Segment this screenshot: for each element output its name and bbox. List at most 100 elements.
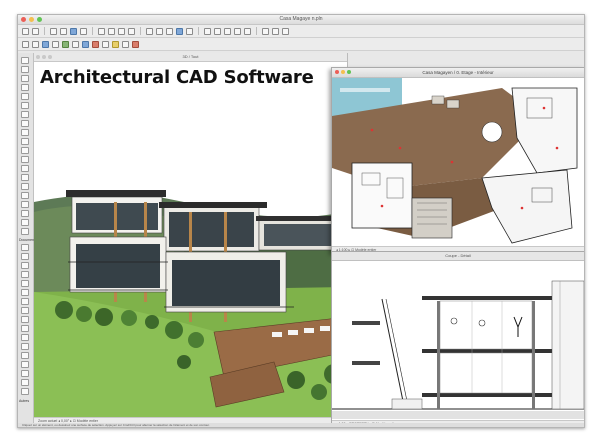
elevation-tool-icon[interactable] bbox=[21, 289, 29, 296]
redo-icon[interactable] bbox=[32, 27, 39, 35]
window-controls bbox=[36, 55, 52, 59]
door-tool-icon[interactable] bbox=[21, 84, 29, 91]
grid-icon[interactable] bbox=[118, 27, 125, 35]
close-button[interactable] bbox=[335, 70, 339, 74]
label-tool-icon[interactable] bbox=[21, 271, 29, 278]
magic-wand-icon[interactable] bbox=[70, 27, 77, 35]
level-tool-icon[interactable] bbox=[21, 253, 29, 260]
teamwork-icon[interactable] bbox=[272, 27, 279, 35]
figure-tool-icon[interactable] bbox=[21, 379, 29, 386]
app-title: Casa Magaye n.pln bbox=[279, 16, 323, 22]
detail-tool-icon[interactable] bbox=[21, 298, 29, 305]
column-tool-icon[interactable] bbox=[21, 102, 29, 109]
hotspot-tool-icon[interactable] bbox=[21, 370, 29, 377]
beam-tool-icon[interactable] bbox=[21, 111, 29, 118]
toolbar-divider bbox=[198, 27, 199, 35]
section-tool-icon[interactable] bbox=[21, 280, 29, 287]
roof-tool-icon[interactable] bbox=[21, 129, 29, 136]
dimension-icon[interactable] bbox=[224, 27, 231, 35]
toolbar-divider bbox=[92, 27, 93, 35]
marker-icon[interactable] bbox=[92, 40, 99, 48]
section-icon[interactable] bbox=[204, 27, 211, 35]
toolbox-group-label: Document bbox=[19, 238, 35, 242]
library-icon[interactable] bbox=[102, 40, 109, 48]
favorites-icon[interactable] bbox=[112, 40, 119, 48]
elevation-icon[interactable] bbox=[214, 27, 221, 35]
organizer-icon[interactable] bbox=[122, 40, 129, 48]
mesh-tool-icon[interactable] bbox=[21, 192, 29, 199]
arrow-tool-icon[interactable] bbox=[50, 27, 57, 35]
settings-icon[interactable] bbox=[282, 27, 289, 35]
railing-tool-icon[interactable] bbox=[21, 147, 29, 154]
floor-plan-icon[interactable] bbox=[32, 40, 39, 48]
arc-tool-icon[interactable] bbox=[21, 334, 29, 341]
orbit-icon[interactable] bbox=[176, 27, 183, 35]
undo-icon[interactable] bbox=[22, 27, 29, 35]
3d-window-titlebar: 3D / Tout bbox=[34, 53, 347, 62]
text-icon[interactable] bbox=[234, 27, 241, 35]
polyline-tool-icon[interactable] bbox=[21, 343, 29, 350]
window-controls bbox=[335, 70, 351, 74]
zoom-button[interactable] bbox=[347, 70, 351, 74]
fill-tool-icon[interactable] bbox=[21, 228, 29, 235]
slab-tool-icon[interactable] bbox=[21, 120, 29, 127]
dimension-tool-icon[interactable] bbox=[21, 244, 29, 251]
spline-tool-icon[interactable] bbox=[21, 361, 29, 368]
layers-icon[interactable] bbox=[146, 27, 153, 35]
close-button[interactable] bbox=[36, 55, 40, 59]
section-window-titlebar: Coupe - Détail bbox=[332, 252, 584, 261]
section-window[interactable]: Coupe - Détail ◂ 1:50 ▸ PROPE bbox=[331, 251, 584, 427]
app-titlebar: Casa Magaye n.pln bbox=[18, 15, 584, 25]
window-tool-icon[interactable] bbox=[21, 93, 29, 100]
marquee-tool-icon[interactable] bbox=[21, 66, 29, 73]
floor-plan-window[interactable]: Casa Magayen / 0. Etage - Intérieur ◂ 1:… bbox=[331, 67, 584, 253]
plan-window-title: Casa Magayen / 0. Etage - Intérieur bbox=[422, 70, 494, 75]
zoom-button[interactable] bbox=[48, 55, 52, 59]
publish-icon[interactable] bbox=[262, 27, 269, 35]
stair-tool-icon[interactable] bbox=[21, 138, 29, 145]
object-tool-icon[interactable] bbox=[21, 165, 29, 172]
text-tool-icon[interactable] bbox=[21, 262, 29, 269]
view-3d-icon[interactable] bbox=[42, 40, 49, 48]
render-icon[interactable] bbox=[62, 40, 69, 48]
toolbar-divider bbox=[140, 27, 141, 35]
snap-icon[interactable] bbox=[98, 27, 105, 35]
home-icon[interactable] bbox=[22, 40, 29, 48]
toolbar-divider bbox=[44, 27, 45, 35]
section-view-icon[interactable] bbox=[52, 40, 59, 48]
zoom-in-icon[interactable] bbox=[156, 27, 163, 35]
morph-tool-icon[interactable] bbox=[21, 210, 29, 217]
layout-icon[interactable] bbox=[82, 40, 89, 48]
minimize-button[interactable] bbox=[341, 70, 345, 74]
change-tool-icon[interactable] bbox=[21, 316, 29, 323]
camera-tool-icon[interactable] bbox=[21, 388, 29, 395]
label-icon[interactable] bbox=[244, 27, 251, 35]
worksheet-tool-icon[interactable] bbox=[21, 307, 29, 314]
3d-render-canvas[interactable] bbox=[34, 62, 347, 417]
zone-tool-icon[interactable] bbox=[21, 183, 29, 190]
lamp-tool-icon[interactable] bbox=[21, 174, 29, 181]
drawing-tool-icon[interactable] bbox=[21, 352, 29, 359]
plan-window-titlebar: Casa Magayen / 0. Etage - Intérieur bbox=[332, 68, 584, 78]
arrow-tool-icon[interactable] bbox=[21, 57, 29, 64]
minimize-button[interactable] bbox=[42, 55, 46, 59]
toolbox-group-label: Autres bbox=[19, 399, 30, 403]
angle-icon[interactable] bbox=[128, 27, 135, 35]
marquee-icon[interactable] bbox=[60, 27, 67, 35]
wall-tool-icon[interactable] bbox=[21, 75, 29, 82]
guide-icon[interactable] bbox=[108, 27, 115, 35]
section-drawing-canvas[interactable] bbox=[332, 261, 584, 419]
3d-view-window[interactable]: 3D / Tout bbox=[34, 53, 348, 417]
pen-icon[interactable] bbox=[80, 27, 87, 35]
status-hint-bar: Cliquez sur un élément, ou dessinez une … bbox=[18, 423, 584, 427]
page-headline: Architectural CAD Software bbox=[40, 67, 314, 88]
skylight-tool-icon[interactable] bbox=[21, 219, 29, 226]
camera-icon[interactable] bbox=[72, 40, 79, 48]
line-tool-icon[interactable] bbox=[21, 325, 29, 332]
curtain-wall-tool-icon[interactable] bbox=[21, 156, 29, 163]
shell-tool-icon[interactable] bbox=[21, 201, 29, 208]
zoom-out-icon[interactable] bbox=[166, 27, 173, 35]
delete-icon[interactable] bbox=[132, 40, 139, 48]
pan-icon[interactable] bbox=[186, 27, 193, 35]
floor-plan-canvas[interactable] bbox=[332, 78, 584, 245]
